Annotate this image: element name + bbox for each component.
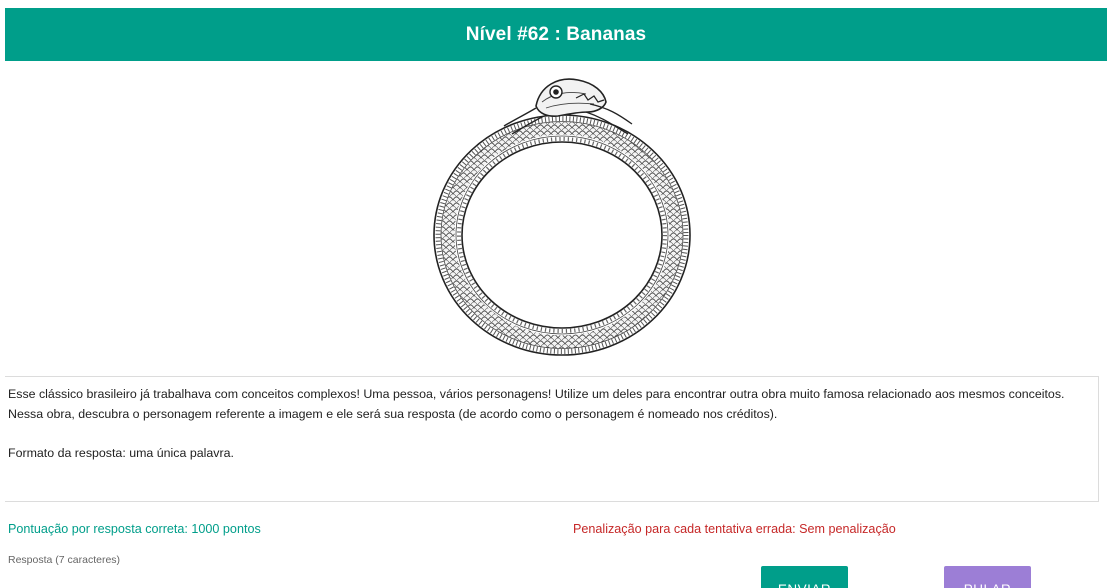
points-per-answer: Pontuação por resposta correta: 1000 pon… [8, 522, 261, 536]
puzzle-description: Esse clássico brasileiro já trabalhava c… [5, 376, 1099, 502]
send-button[interactable]: ENVIAR [761, 566, 848, 588]
skip-button[interactable]: PULAR [944, 566, 1031, 588]
level-title: Nível #62 : Bananas [465, 23, 647, 45]
answer-field-label: Resposta (7 caracteres) [8, 554, 121, 566]
description-text: Esse clássico brasileiro já trabalhava c… [8, 387, 1065, 421]
ouroboros-image [418, 68, 708, 364]
level-header: Nível #62 : Bananas [5, 8, 1107, 61]
answer-format-text: Formato da resposta: uma única palavra. [8, 445, 234, 460]
level-page: Nível #62 : Bananas Esse clássico brasil… [0, 0, 1107, 588]
wrong-attempt-penalty: Penalização para cada tentativa errada: … [573, 522, 896, 536]
ouroboros-snake-icon [433, 78, 691, 356]
